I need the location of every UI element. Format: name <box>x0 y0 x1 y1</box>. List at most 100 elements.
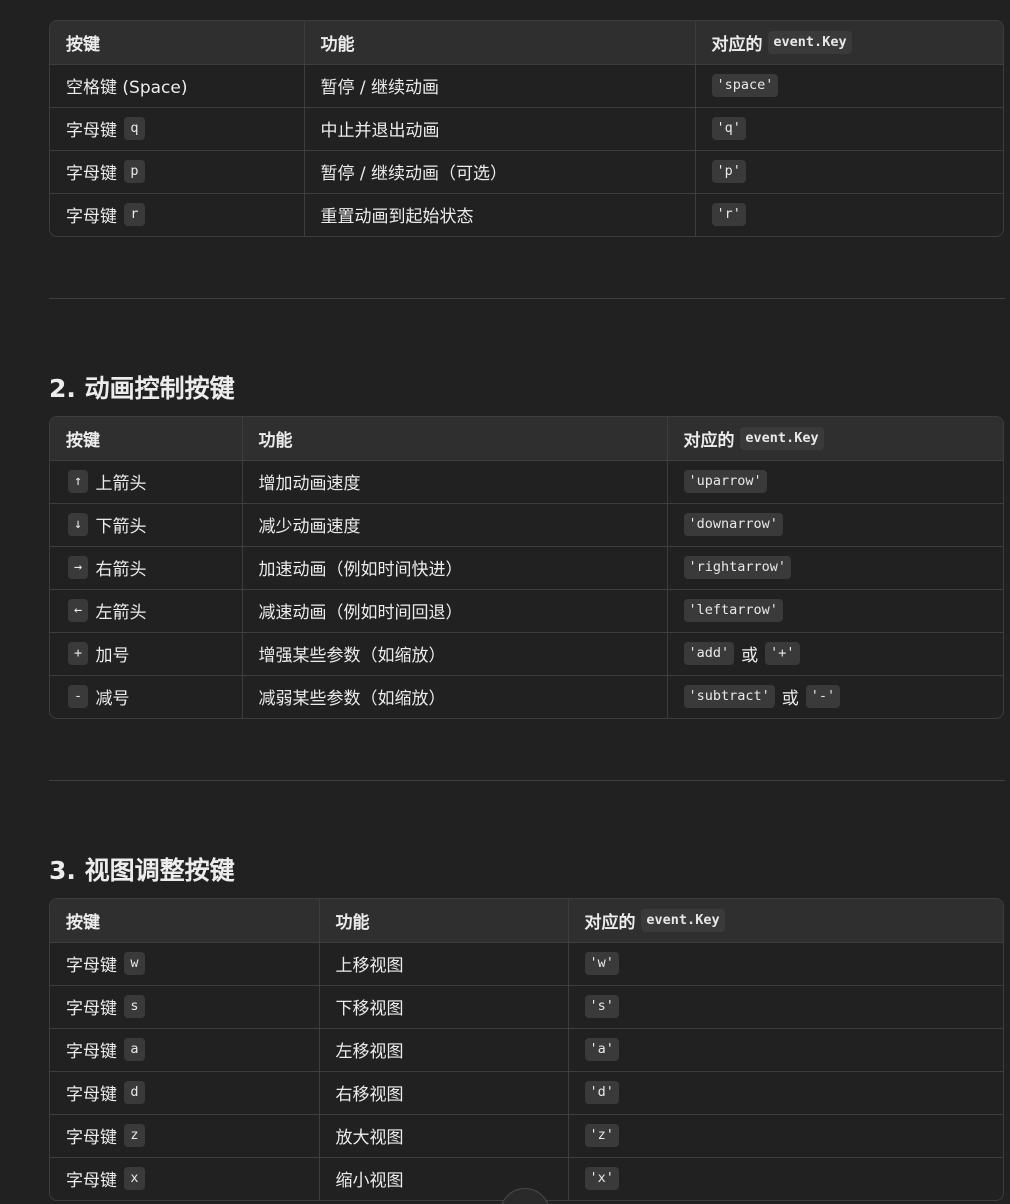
header-event-prefix: 对应的 <box>711 34 763 55</box>
key-cell: → 右箭头 <box>50 546 242 590</box>
key-code: ↓ <box>68 513 89 536</box>
function-cell: 增加动画速度 <box>241 460 667 504</box>
function-cell: 减速动画（例如时间回退） <box>241 589 667 633</box>
key-code: ↑ <box>68 470 89 493</box>
event-key-code: 's' <box>584 995 619 1018</box>
event-key-code: 'subtract' <box>683 685 775 709</box>
event-cell: 'leftarrow' <box>666 589 1003 633</box>
event-cell: 'z' <box>567 1114 1003 1158</box>
event-cell: 'rightarrow' <box>666 546 1003 590</box>
function-cell: 右移视图 <box>318 1071 568 1115</box>
key-cell: 字母键 x <box>50 1157 319 1200</box>
header-event-prefix: 对应的 <box>584 912 636 933</box>
event-key-code: 'leftarrow' <box>683 599 783 622</box>
key-code: q <box>124 117 145 140</box>
table-row: 字母键 d 右移视图'd' <box>50 1071 1003 1115</box>
header-event-prefix: 对应的 <box>683 430 735 451</box>
event-cell: 'p' <box>694 150 1003 194</box>
key-code: s <box>124 995 145 1018</box>
event-key-code: 'w' <box>584 952 619 975</box>
event-key-code: 'q' <box>711 117 746 140</box>
table-row: → 右箭头 加速动画（例如时间快进）'rightarrow' <box>50 546 1003 590</box>
function-cell: 重置动画到起始状态 <box>303 193 695 236</box>
table-row: ↑ 上箭头 增加动画速度'uparrow' <box>50 460 1003 504</box>
key-cell: ↑ 上箭头 <box>50 460 242 504</box>
key-label: 右箭头 <box>95 560 147 580</box>
event-key-code: 'z' <box>584 1124 619 1147</box>
header-event: 对应的 event.Key <box>666 417 1003 461</box>
or-label: 或 <box>781 689 799 710</box>
event-cell: 'downarrow' <box>666 503 1003 547</box>
table-row: 字母键 a 左移视图'a' <box>50 1028 1003 1072</box>
key-code: a <box>124 1038 145 1061</box>
key-label: 字母键 <box>66 1085 117 1105</box>
key-label: 字母键 <box>66 121 117 141</box>
table-row: 字母键 p 暂停 / 继续动画（可选）'p' <box>50 150 1003 194</box>
header-key: 按键 <box>50 417 242 461</box>
table-header-row: 按键 功能 对应的 event.Key <box>50 417 1003 461</box>
event-cell: 'w' <box>567 942 1003 986</box>
key-code: → <box>68 556 89 579</box>
table-row: 空格键 (Space) 暂停 / 继续动画 'space' <box>50 64 1003 108</box>
or-label: 或 <box>741 646 759 666</box>
key-label: 上箭头 <box>95 474 147 494</box>
event-cell: 's' <box>567 985 1003 1029</box>
key-label: 字母键 <box>66 956 117 976</box>
event-cell: 'add' 或 '+' <box>666 632 1003 676</box>
divider <box>49 780 1005 781</box>
key-cell: - 减号 <box>50 675 242 718</box>
key-label: 下箭头 <box>95 517 147 537</box>
key-code: d <box>124 1081 145 1104</box>
key-cell: + 加号 <box>50 632 242 676</box>
key-label: 加号 <box>95 646 130 666</box>
event-cell: 'subtract' 或 '-' <box>666 675 1003 718</box>
key-cell: ← 左箭头 <box>50 589 242 633</box>
key-table-animation-control: 按键 功能 对应的 event.Key ↑ 上箭头 增加动画速度'uparrow'… <box>49 416 1004 719</box>
header-event-code: event.Key <box>740 426 824 450</box>
function-cell: 加速动画（例如时间快进） <box>241 546 667 590</box>
key-table-basic: 按键 功能 对应的 event.Key 空格键 (Space) 暂停 / 继续动画… <box>49 20 1004 237</box>
key-cell: 字母键 w <box>50 942 319 986</box>
key-label: 字母键 <box>66 1171 117 1192</box>
event-cell: 'uparrow' <box>666 460 1003 504</box>
event-key-code: 'd' <box>584 1081 619 1104</box>
key-cell: 字母键 a <box>50 1028 319 1072</box>
key-cell: 字母键 s <box>50 985 319 1029</box>
divider <box>49 298 1005 299</box>
key-label: 左箭头 <box>95 603 147 623</box>
event-cell: 'q' <box>694 107 1003 151</box>
function-cell: 中止并退出动画 <box>303 107 695 151</box>
function-cell: 增强某些参数（如缩放） <box>241 632 667 676</box>
key-label: 字母键 <box>66 1042 117 1062</box>
key-code: r <box>124 203 145 227</box>
event-key-code: 'p' <box>711 160 746 183</box>
table-row: - 减号 减弱某些参数（如缩放）'subtract' 或 '-' <box>50 675 1003 718</box>
key-cell: 字母键 d <box>50 1071 319 1115</box>
function-cell: 暂停 / 继续动画 <box>303 64 695 108</box>
table-header-row: 按键 功能 对应的 event.Key <box>50 899 1003 943</box>
header-key: 按键 <box>50 21 304 65</box>
header-event: 对应的 event.Key <box>567 899 1003 943</box>
key-code: + <box>68 642 89 665</box>
event-cell: 'a' <box>567 1028 1003 1072</box>
event-key-code: 'space' <box>711 74 779 97</box>
header-function: 功能 <box>241 417 667 461</box>
event-key-code: '+' <box>765 642 800 665</box>
function-cell: 左移视图 <box>318 1028 568 1072</box>
table-row: 字母键 r 重置动画到起始状态'r' <box>50 193 1003 236</box>
key-label: 字母键 <box>66 999 117 1019</box>
event-cell: 'd' <box>567 1071 1003 1115</box>
key-cell: 字母键 p <box>50 150 304 194</box>
event-key-code: 'r' <box>711 203 746 227</box>
key-label: 字母键 <box>66 1128 117 1148</box>
table-row: 字母键 s 下移视图's' <box>50 985 1003 1029</box>
event-key-code: '-' <box>805 685 841 709</box>
table-header-row: 按键 功能 对应的 event.Key <box>50 21 1003 65</box>
function-cell: 下移视图 <box>318 985 568 1029</box>
key-code: z <box>124 1124 145 1147</box>
section-title-view-adjust: 3. 视图调整按键 <box>49 856 235 885</box>
table-row: 字母键 q 中止并退出动画 'q' <box>50 107 1003 151</box>
section-title-animation-control: 2. 动画控制按键 <box>49 374 235 403</box>
key-code: w <box>124 952 145 975</box>
key-label: 字母键 <box>66 164 117 184</box>
